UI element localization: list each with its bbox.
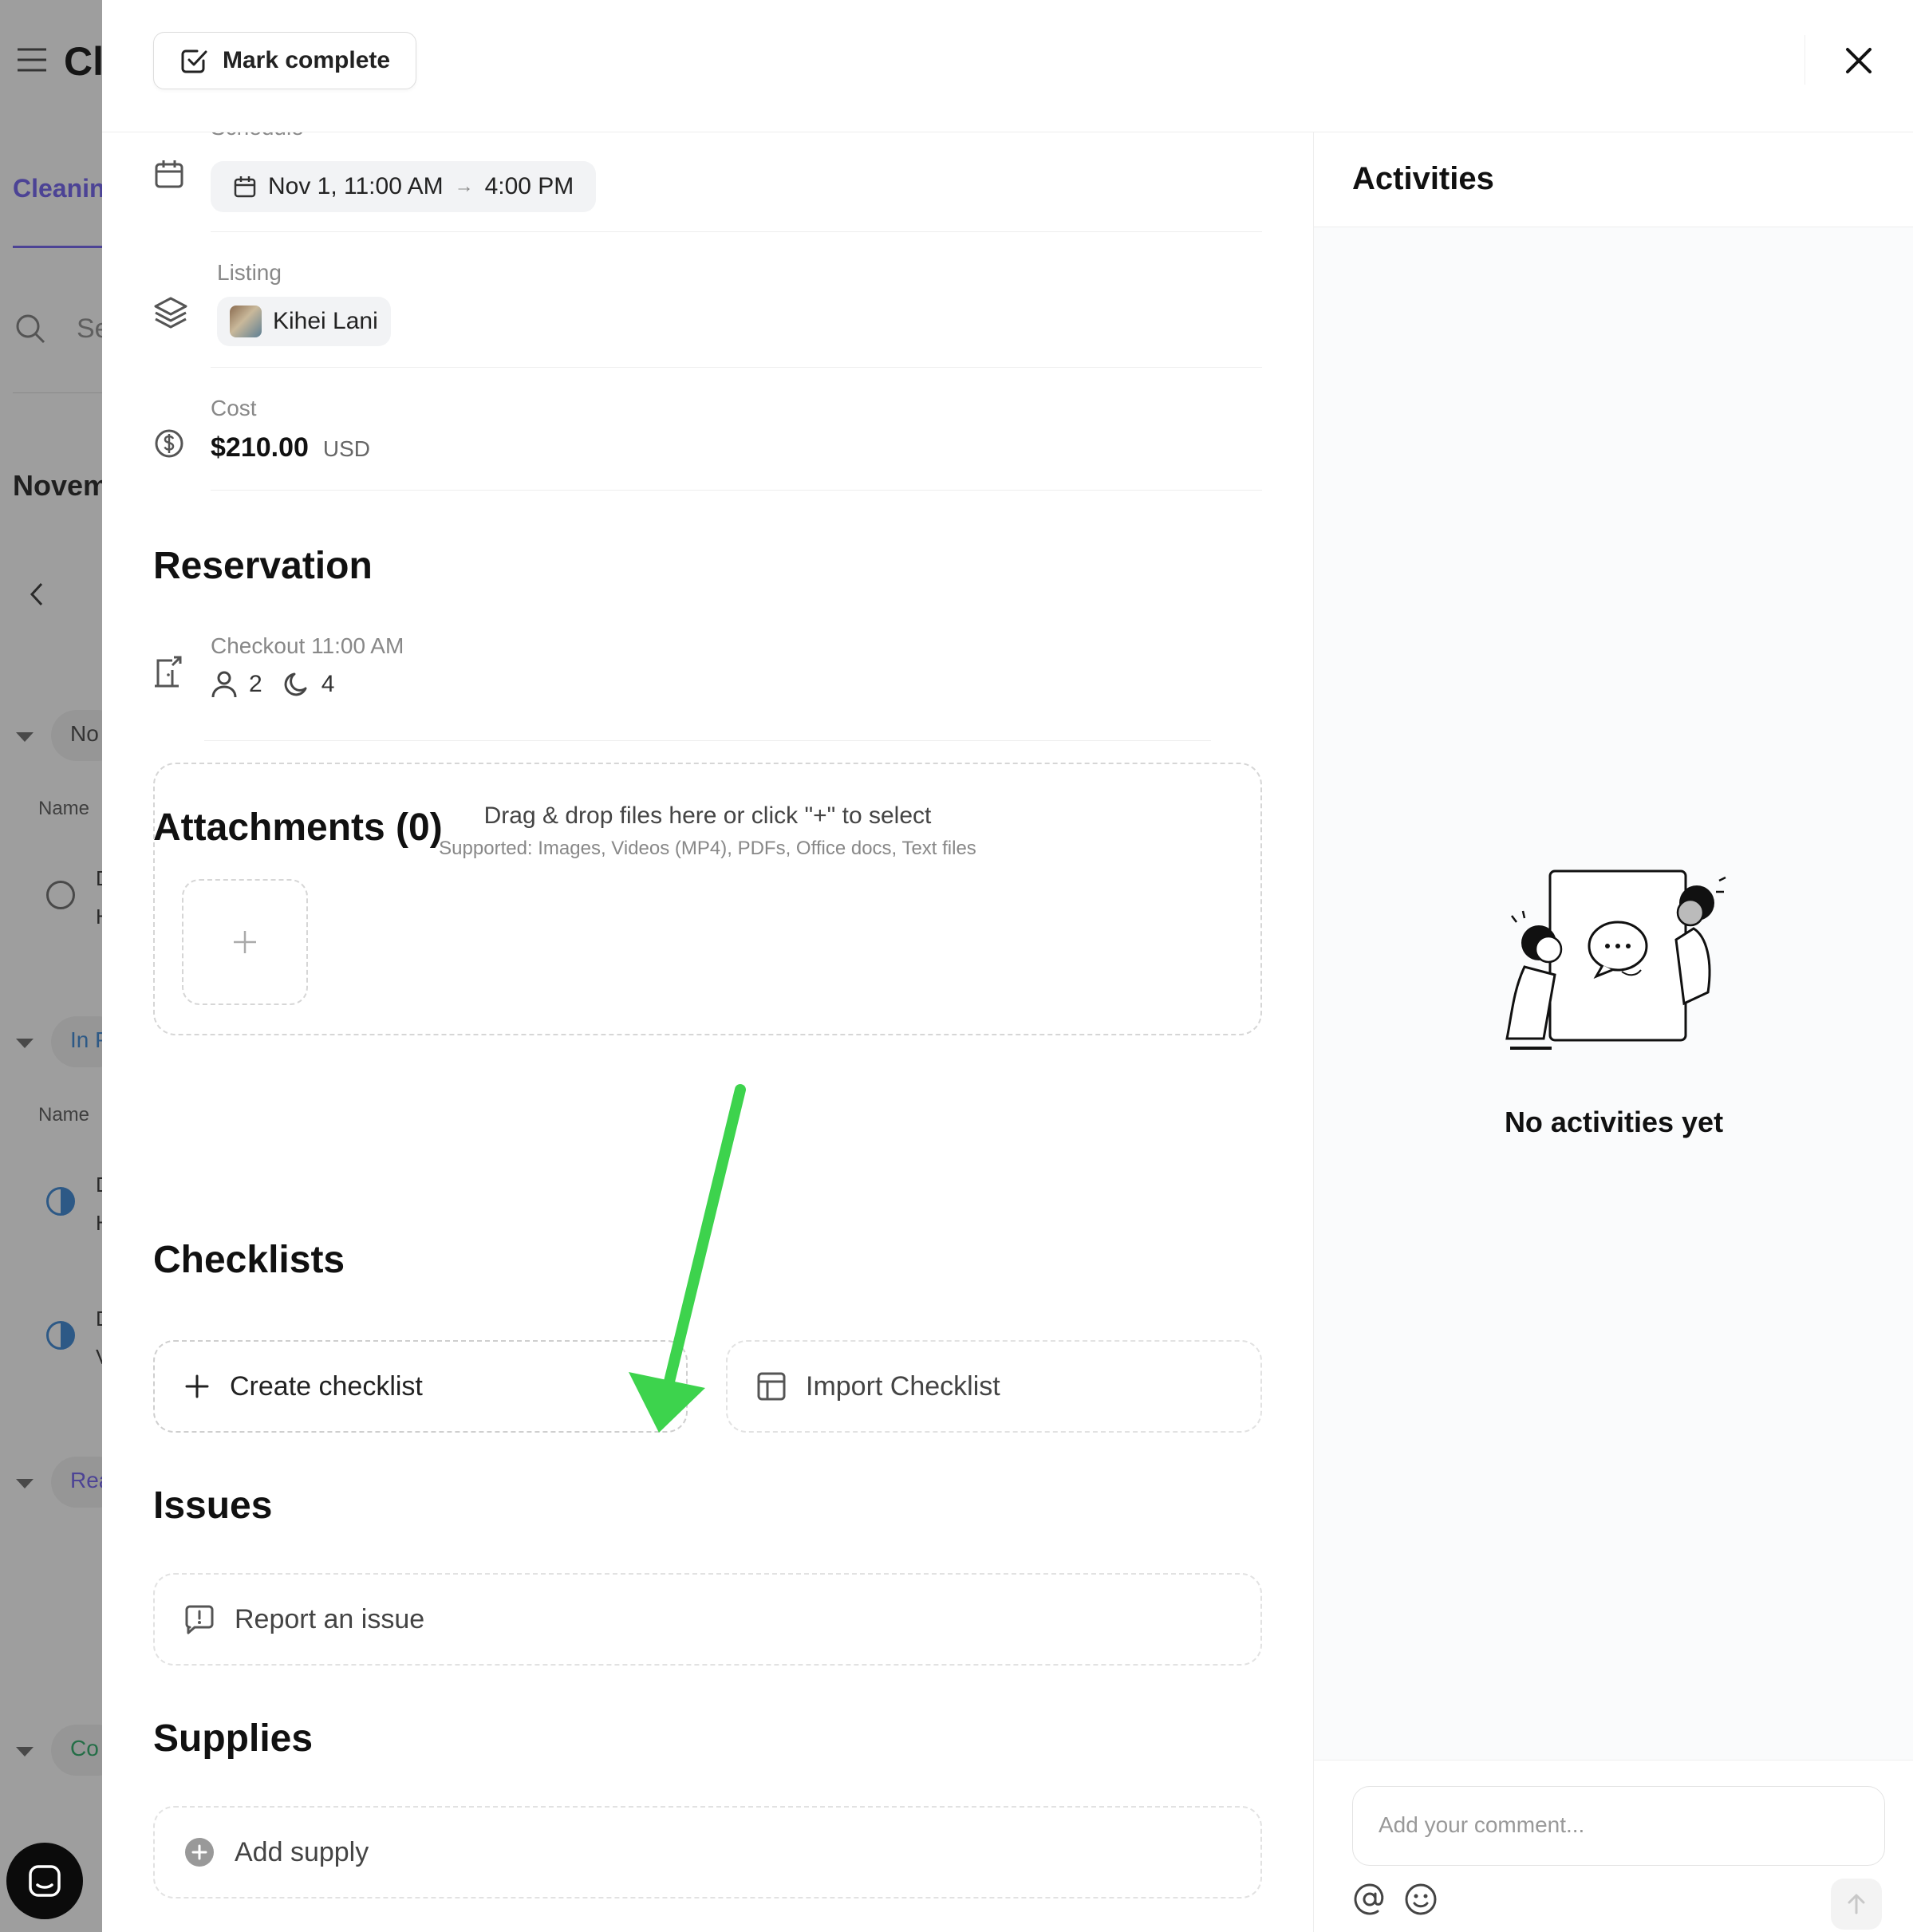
close-icon bbox=[1846, 48, 1872, 73]
mention-icon[interactable] bbox=[1352, 1882, 1387, 1917]
empty-activities-illustration bbox=[1505, 869, 1726, 1050]
group-completed[interactable]: Co bbox=[51, 1725, 104, 1776]
check-square-icon bbox=[181, 49, 207, 73]
listing-name: Kihei Lani bbox=[273, 308, 378, 334]
divider bbox=[211, 231, 1262, 232]
report-issue-button[interactable]: Report an issue bbox=[153, 1573, 1262, 1666]
cost-amount: $210.00 bbox=[211, 432, 309, 463]
close-button[interactable] bbox=[1833, 35, 1884, 86]
reservation-stats: 2 4 bbox=[211, 670, 334, 699]
schedule-end: 4:00 PM bbox=[484, 173, 574, 199]
divider bbox=[204, 740, 1211, 741]
group-ready[interactable]: Rea bbox=[51, 1457, 104, 1508]
schedule-arrow: → bbox=[454, 175, 474, 197]
template-icon bbox=[757, 1372, 786, 1401]
tab-cleaning[interactable]: Cleanin bbox=[13, 174, 104, 203]
caret-down-icon[interactable] bbox=[14, 1477, 35, 1490]
caret-down-icon[interactable] bbox=[14, 1037, 35, 1050]
divider bbox=[13, 392, 104, 393]
caret-down-icon[interactable] bbox=[14, 1745, 35, 1758]
reservation-title: Reservation bbox=[153, 545, 373, 587]
guests-icon bbox=[211, 671, 237, 698]
file-drop-zone[interactable]: Drag & drop files here or click "+" to s… bbox=[153, 763, 1262, 1035]
search-input[interactable]: Se bbox=[77, 313, 104, 345]
guest-count: 2 bbox=[249, 671, 262, 697]
details-column: Schedule Nov 1, 11:00 AM → 4:00 PM Listi… bbox=[102, 132, 1313, 1932]
create-checklist-label: Create checklist bbox=[230, 1370, 423, 1402]
checkout-time: Checkout 11:00 AM bbox=[211, 633, 404, 658]
add-supply-label: Add supply bbox=[235, 1836, 369, 1867]
dollar-icon bbox=[153, 428, 188, 463]
plus-circle-icon bbox=[185, 1838, 214, 1867]
menu-icon[interactable] bbox=[16, 46, 48, 73]
status-half-icon[interactable] bbox=[46, 1187, 75, 1216]
app-title: Cl bbox=[64, 39, 104, 84]
status-circle-icon[interactable] bbox=[46, 881, 75, 909]
empty-activities-text: No activities yet bbox=[1504, 1106, 1724, 1138]
import-checklist-label: Import Checklist bbox=[806, 1370, 1000, 1402]
chat-launcher-button[interactable] bbox=[6, 1843, 83, 1919]
plus-icon bbox=[185, 1374, 209, 1398]
status-half-icon[interactable] bbox=[46, 1321, 75, 1350]
cost-label: Cost bbox=[211, 396, 257, 420]
cost-value: $210.00 USD bbox=[211, 432, 370, 463]
panel-header: Mark complete bbox=[102, 0, 1913, 132]
cost-currency: USD bbox=[322, 436, 371, 461]
column-header-name: Name bbox=[38, 1104, 90, 1126]
schedule-label: Schedule bbox=[211, 132, 304, 140]
import-checklist-button[interactable]: Import Checklist bbox=[726, 1340, 1262, 1433]
message-alert-icon bbox=[185, 1605, 214, 1634]
report-issue-label: Report an issue bbox=[235, 1603, 425, 1634]
comment-tools bbox=[1352, 1882, 1438, 1917]
search-icon bbox=[14, 313, 46, 345]
supported-file-types: Supported: Images, Videos (MP4), PDFs, O… bbox=[439, 838, 976, 859]
listing-label: Listing bbox=[217, 260, 282, 285]
calendar-icon bbox=[234, 176, 256, 198]
task-detail-panel: Mark complete Schedule Nov 1, 11:00 AM →… bbox=[102, 0, 1913, 1932]
drop-instructions: Drag & drop files here or click "+" to s… bbox=[483, 802, 932, 829]
listing-thumbnail bbox=[230, 306, 262, 337]
divider bbox=[211, 367, 1262, 368]
arrow-up-icon bbox=[1848, 1894, 1865, 1914]
plus-icon bbox=[234, 931, 256, 953]
mark-complete-button[interactable]: Mark complete bbox=[153, 32, 417, 89]
background-page: Cl Cleanin Se Novem No Name D H In P Nam… bbox=[0, 0, 104, 1932]
emoji-icon[interactable] bbox=[1403, 1882, 1438, 1917]
issues-title: Issues bbox=[153, 1484, 273, 1527]
activities-column: Activities No activities yet Add your co… bbox=[1313, 132, 1913, 1932]
annotation-arrow bbox=[629, 1084, 746, 1433]
add-supply-button[interactable]: Add supply bbox=[153, 1806, 1262, 1898]
calendar-icon bbox=[153, 158, 188, 193]
month-label: Novem bbox=[13, 469, 104, 502]
chat-icon bbox=[29, 1865, 61, 1897]
mark-complete-label: Mark complete bbox=[223, 47, 391, 73]
group-not-started[interactable]: No bbox=[51, 710, 104, 761]
add-file-button[interactable] bbox=[182, 879, 308, 1005]
checklists-title: Checklists bbox=[153, 1239, 345, 1281]
tab-underline bbox=[13, 246, 104, 248]
divider bbox=[211, 490, 1262, 491]
comment-input[interactable]: Add your comment... bbox=[1352, 1786, 1885, 1866]
activities-title: Activities bbox=[1352, 161, 1494, 196]
supplies-title: Supplies bbox=[153, 1717, 314, 1760]
moon-icon bbox=[284, 672, 307, 696]
caret-down-icon[interactable] bbox=[14, 731, 35, 743]
send-comment-button[interactable] bbox=[1831, 1879, 1882, 1930]
group-in-progress[interactable]: In P bbox=[51, 1016, 104, 1067]
checkout-door-icon bbox=[153, 654, 188, 689]
schedule-start: Nov 1, 11:00 AM bbox=[268, 173, 444, 199]
column-header-name: Name bbox=[38, 798, 90, 819]
listing-chip[interactable]: Kihei Lani bbox=[217, 297, 391, 346]
schedule-chip[interactable]: Nov 1, 11:00 AM → 4:00 PM bbox=[211, 161, 597, 212]
layers-icon bbox=[153, 295, 188, 330]
night-count: 4 bbox=[321, 671, 335, 697]
chevron-left-icon[interactable] bbox=[27, 581, 46, 608]
comment-footer: Add your comment... bbox=[1314, 1760, 1913, 1932]
